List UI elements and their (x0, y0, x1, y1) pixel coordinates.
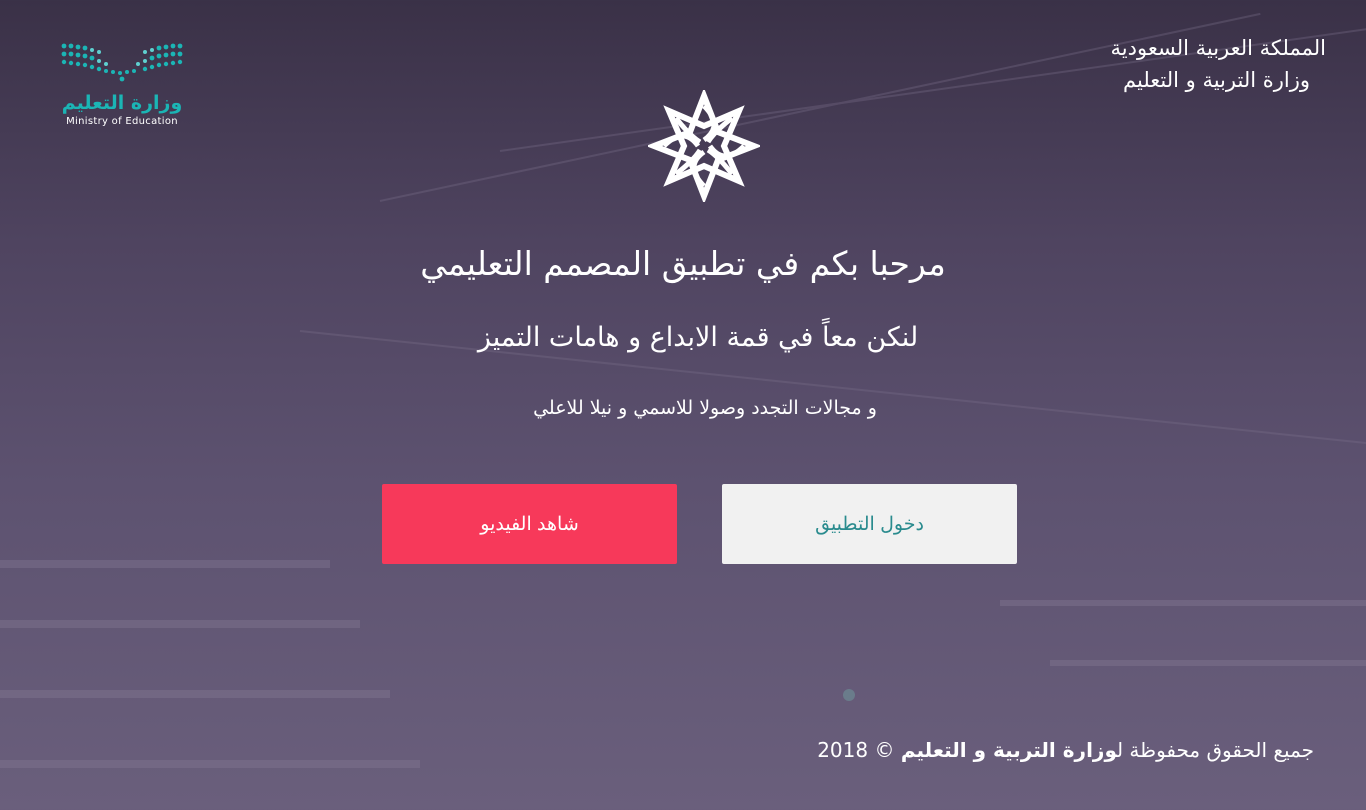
moe-logo: وزارة التعليم Ministry of Education (60, 40, 184, 127)
moe-dots-logo-icon (61, 43, 183, 82)
moe-logo-arabic: وزارة التعليم (61, 92, 183, 114)
welcome-subtitle: لنكن معاً في قمة الابداع و هامات التميز (477, 322, 919, 353)
ministry-name: وزارة التربية و التعليم (1123, 68, 1310, 92)
copyright-footer: جميع الحقوق محفوظة لوزارة التربية و التع… (817, 738, 1314, 762)
footer-prefix: جميع الحقوق محفوظة ل (1116, 738, 1314, 762)
country-name: المملكة العربية السعودية (1110, 36, 1326, 60)
enter-app-button[interactable]: دخول التطبيق (722, 484, 1017, 564)
rosette-star-emblem-icon (648, 90, 760, 202)
moe-logo-english: Ministry of Education (66, 116, 178, 127)
welcome-tagline: و مجالات التجدد وصولا للاسمي و نيلا للاع… (533, 397, 877, 419)
ministry-header: المملكة العربية السعودية وزارة التربية و… (1111, 36, 1326, 92)
welcome-title: مرحبا بكم في تطبيق المصمم التعليمي (420, 244, 946, 283)
scroll-indicator-icon (843, 689, 855, 701)
watch-video-button[interactable]: شاهد الفيديو (382, 484, 677, 564)
footer-ministry: وزارة التربية و التعليم (900, 738, 1117, 762)
footer-year: © 2018 (817, 738, 895, 762)
